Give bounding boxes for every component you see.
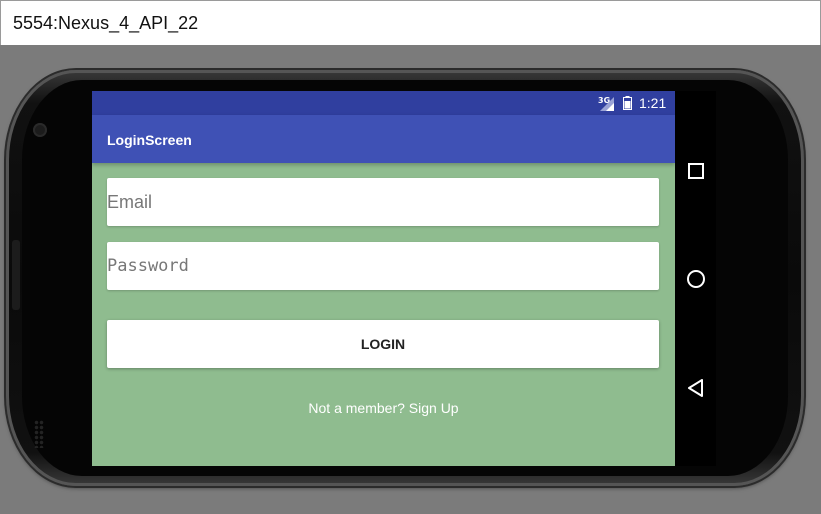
window-titlebar: 5554:Nexus_4_API_22 <box>0 0 821 45</box>
side-volume-button <box>12 240 20 310</box>
front-camera-icon <box>33 123 47 137</box>
email-field[interactable] <box>107 178 659 226</box>
status-time: 1:21 <box>639 95 667 111</box>
recent-apps-icon <box>688 163 704 179</box>
signal-icon <box>600 97 614 111</box>
password-field[interactable] <box>107 242 659 290</box>
battery-icon <box>623 96 632 110</box>
signup-link[interactable]: Not a member? Sign Up <box>92 400 675 416</box>
status-bar: 3G 1:21 <box>92 91 675 115</box>
app-bar: LoginScreen <box>92 115 675 163</box>
back-button[interactable] <box>685 377 707 399</box>
navigation-bar <box>675 91 716 466</box>
password-field-container <box>107 242 659 290</box>
email-field-container <box>107 178 659 226</box>
recent-apps-button[interactable] <box>685 160 707 182</box>
window-title: 5554:Nexus_4_API_22 <box>13 13 199 33</box>
back-icon <box>688 379 703 397</box>
home-button[interactable] <box>685 268 707 290</box>
app-title: LoginScreen <box>107 132 192 148</box>
login-button[interactable]: LOGIN <box>107 320 659 368</box>
speaker-grille <box>34 420 44 448</box>
device-screen: 3G 1:21 LoginScreen LOGIN Not a member? … <box>92 91 675 466</box>
home-icon <box>687 270 705 288</box>
